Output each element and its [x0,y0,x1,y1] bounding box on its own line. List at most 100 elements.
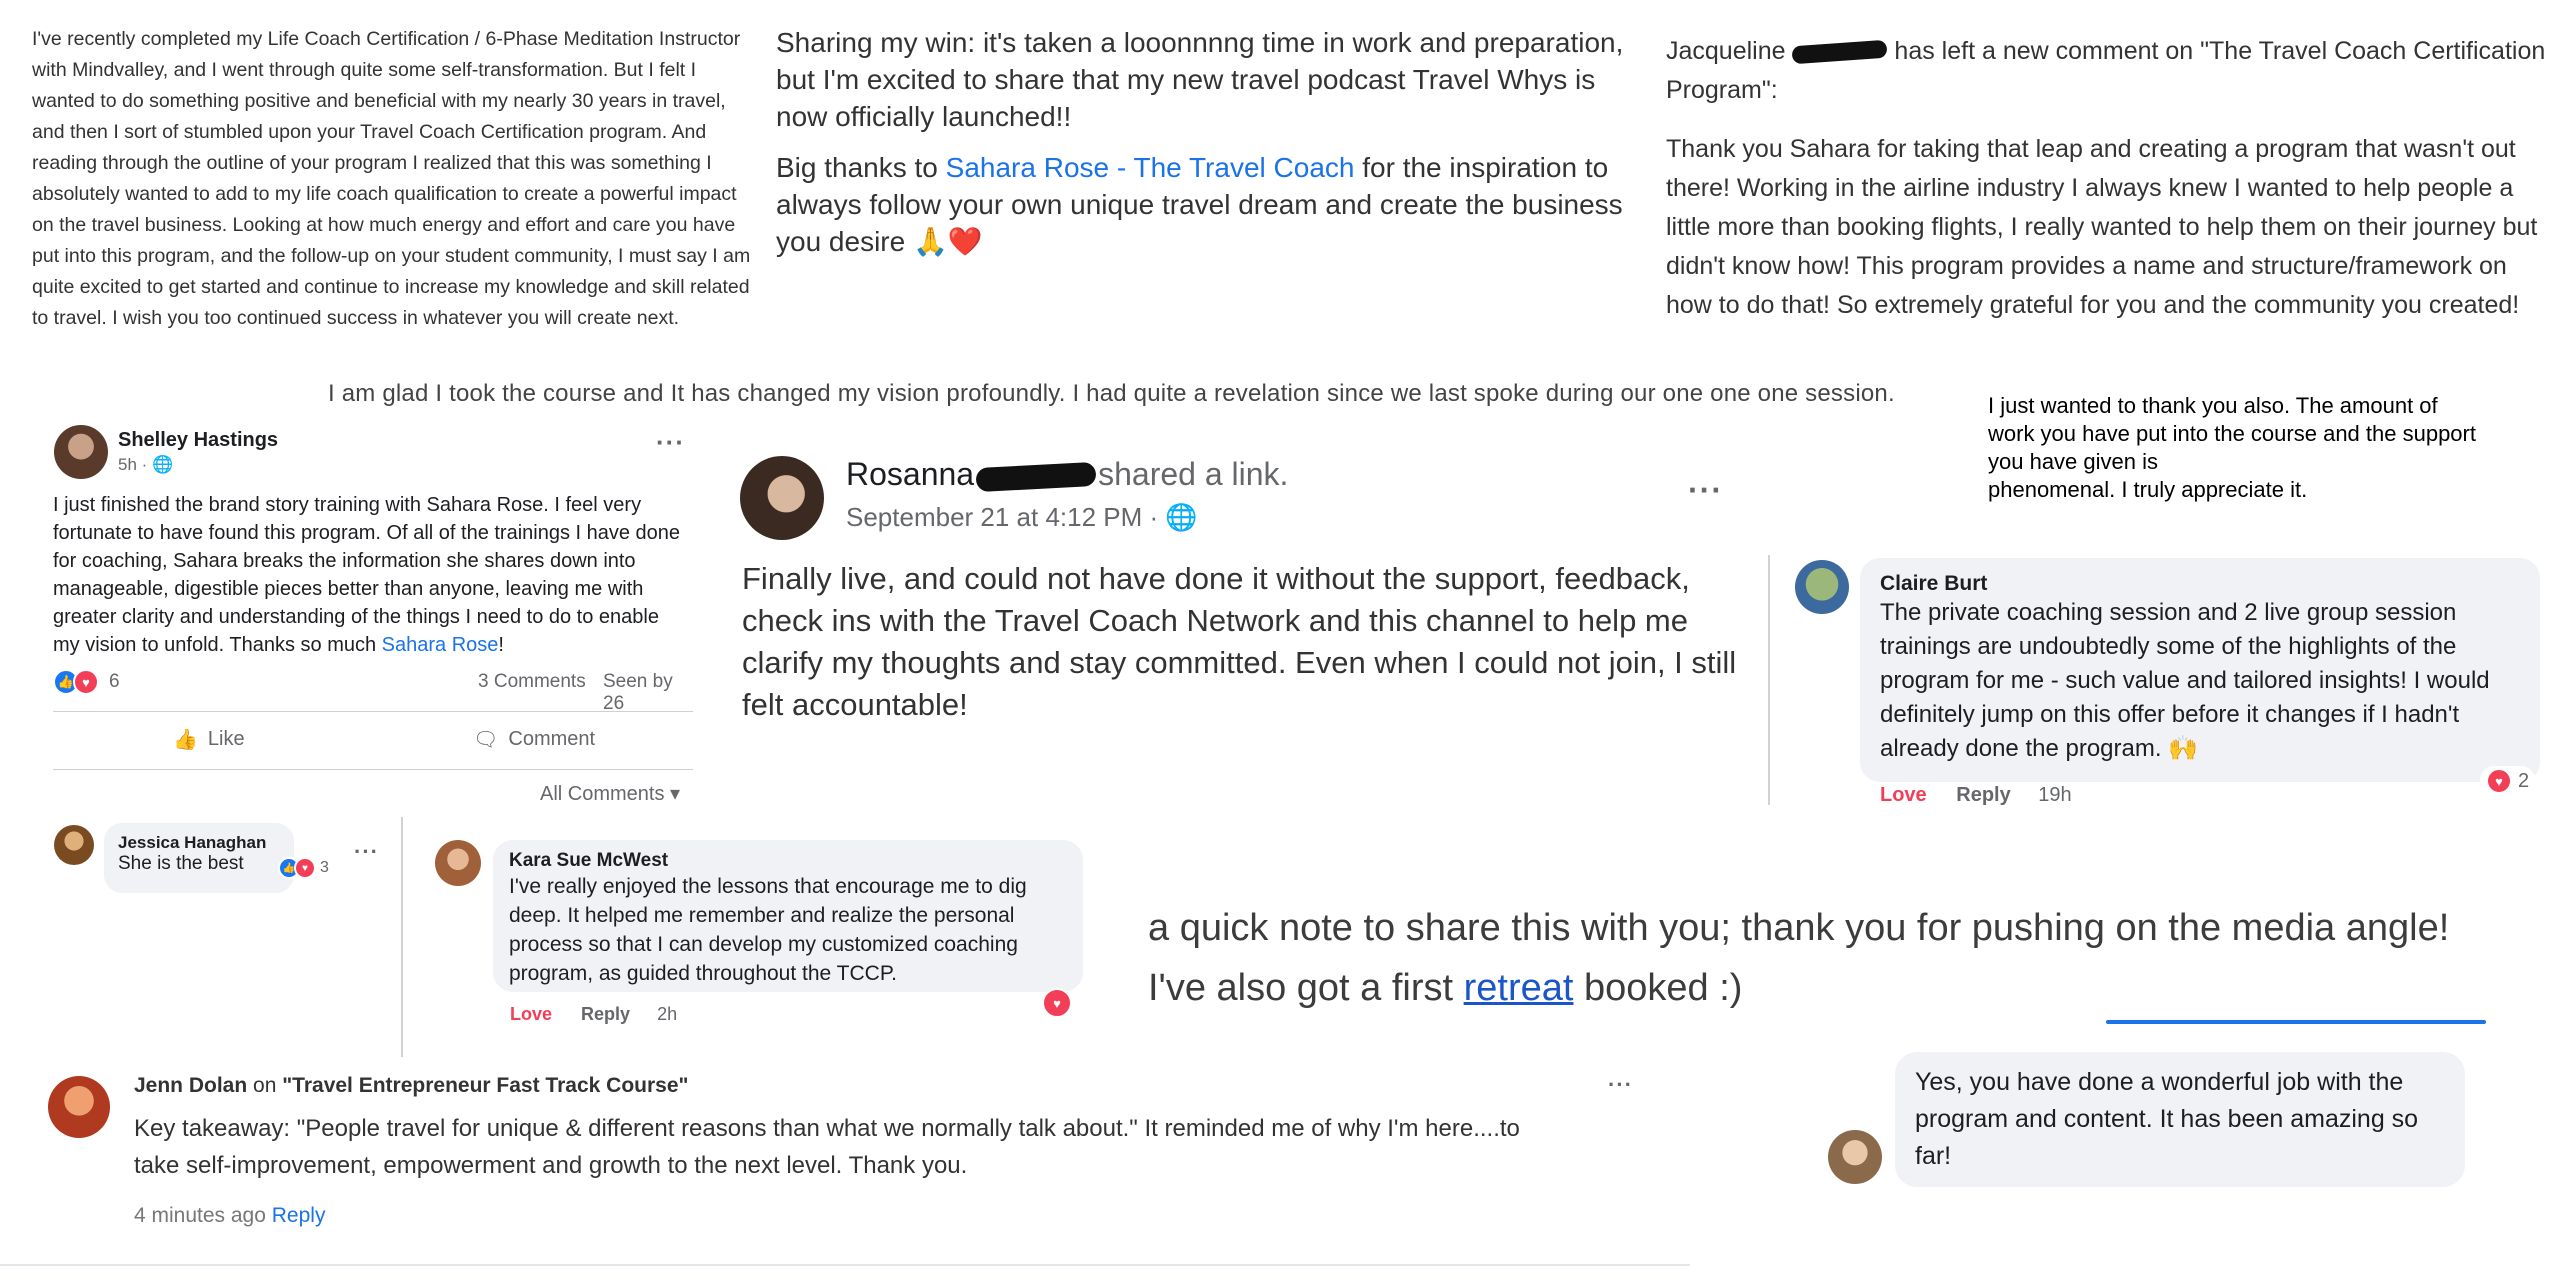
thumbs-up-icon: 👍 [173,729,198,751]
comment-meta: 4 minutes ago Reply [134,1204,325,1228]
all-comments-label: All Comments [540,783,665,805]
love-reaction-icon[interactable]: ♥ [1042,988,1072,1018]
testimonial-podcast: Sharing my win: it's taken a looonnnng t… [776,24,1646,274]
poster-header: Rosanna shared a link. [846,456,1288,493]
comment-button[interactable]: 🗨 Comment [473,727,595,752]
comment-options-icon[interactable]: ··· [354,839,379,865]
post-body: I just finished the brand story training… [53,491,683,659]
avatar[interactable] [1795,560,1849,614]
poster-name[interactable]: Shelley Hastings [118,429,278,452]
comment-reactions[interactable]: 👍 ♥ 3 [278,857,329,879]
comment-text: The private coaching session and 2 live … [1880,599,2490,762]
comment-actions: Love Reply 19h [1880,784,2072,807]
reaction-row: 👍 ♥ 6 3 Comments Seen by 26 [53,669,693,714]
sahara-rose-tag[interactable]: Sahara Rose [382,634,499,656]
text: on [247,1074,283,1097]
redaction-mark [1791,40,1888,65]
comment-bubble: Jessica Hanaghan She is the best [104,823,294,893]
underline-bar [2106,1020,2486,1024]
text: booked :) [1573,967,1743,1009]
comment-header: Jenn Dolan on "Travel Entrepreneur Fast … [134,1074,688,1098]
love-button[interactable]: Love [1880,784,1927,806]
shared-label: shared a link. [1098,456,1289,492]
course-link[interactable]: "Travel Entrepreneur Fast Track Course" [282,1074,688,1097]
avatar[interactable] [48,1076,110,1138]
more-options-icon[interactable]: ··· [1608,1072,1633,1098]
commenter-name[interactable]: Claire Burt [1880,572,2520,596]
seen-count[interactable]: Seen by 26 [603,671,693,715]
redaction-mark [975,461,1097,492]
divider [53,711,693,712]
reaction-count: 3 [320,859,329,876]
love-reaction-icon: ♥ [294,857,316,879]
like-label: Like [207,728,245,750]
yes-comment-bubble: Yes, you have done a wonderful job with … [1895,1052,2465,1187]
text: I've also got a first [1148,967,1464,1009]
note-line: I've also got a first retreat booked :) [1148,958,2449,1018]
avatar[interactable] [740,456,824,540]
post-body: Finally live, and could not have done it… [742,561,1737,722]
reply-button[interactable]: Reply [272,1204,326,1227]
post-date[interactable]: September 21 at 4:12 PM · 🌐 [846,502,1198,533]
avatar[interactable] [435,840,481,886]
testimonial-thanks: I just wanted to thank you also. The amo… [1988,392,2548,504]
more-options-icon[interactable]: ··· [656,427,685,458]
commenter-name[interactable]: Jessica Hanaghan [118,833,280,853]
comment-time[interactable]: 2h [657,1004,677,1024]
comment-actions: Love Reply 2h [510,1004,677,1025]
avatar[interactable] [1828,1130,1882,1184]
testimonial-airline: Jacqueline has left a new comment on "Th… [1666,32,2556,325]
text: Big thanks to [776,152,946,183]
thread-line [1768,555,1770,805]
divider [0,1264,1690,1266]
all-comments-dropdown[interactable]: All Comments ▾ [540,781,680,806]
divider [53,769,693,770]
like-button[interactable]: 👍 Like [173,727,245,752]
podcast-para-1: Sharing my win: it's taken a looonnnng t… [776,27,1624,132]
sahara-rose-link[interactable]: Sahara Rose - The Travel Coach [946,152,1355,183]
comment-time: 4 minutes ago [134,1204,266,1227]
retreat-link[interactable]: retreat [1464,967,1574,1009]
text: I just finished the brand story training… [53,494,681,656]
comment-text: Key takeaway: "People travel for unique … [134,1115,1520,1179]
poster-name[interactable]: Rosanna [846,456,974,492]
text: ! [498,634,504,656]
love-reaction-icon: ♥ [73,669,99,695]
comment-body: Thank you Sahara for taking that leap an… [1666,135,2538,319]
comment-label: Comment [508,728,596,750]
reply-button[interactable]: Reply [581,1004,630,1024]
banner-quote: I am glad I took the course and It has c… [328,380,1895,407]
retreat-note: a quick note to share this with you; tha… [1148,898,2449,1018]
commenter-name: Jacqueline [1666,37,1786,65]
comment-time[interactable]: 19h [2038,784,2071,806]
thanks-line: phenomenal. I truly appreciate it. [1988,477,2308,502]
more-options-icon[interactable]: ··· [1688,472,1723,509]
testimonial-life-coach: I've recently completed my Life Coach Ce… [32,28,751,329]
thanks-line: you have given is [1988,449,2158,474]
reaction-count: 6 [109,671,120,692]
reactions[interactable]: 👍 ♥ 6 [53,669,120,695]
thanks-line: I just wanted to thank you also. The amo… [1988,393,2438,418]
chevron-down-icon: ▾ [670,783,681,805]
post-meta: 5h · 🌐 [118,455,174,474]
avatar[interactable] [54,425,108,479]
claire-comment-bubble: Claire Burt The private coaching session… [1860,558,2540,782]
comment-reactions[interactable]: ♥ 2 [2480,766,2536,796]
comment-text: I've really enjoyed the lessons that enc… [509,875,1027,985]
comment-text: She is the best [118,853,244,874]
commenter-name[interactable]: Jenn Dolan [134,1074,247,1097]
comment-header: Jacqueline has left a new comment on "Th… [1666,32,2556,110]
commenter-name[interactable]: Kara Sue McWest [509,850,1067,872]
love-button[interactable]: Love [510,1004,552,1024]
thread-line [401,817,403,1057]
comment-icon: 🗨 [473,729,499,751]
love-reaction-icon: ♥ [2486,768,2512,794]
avatar[interactable] [54,825,94,865]
note-line: a quick note to share this with you; tha… [1148,907,2450,949]
comments-count[interactable]: 3 Comments [478,671,586,693]
shelley-post: Shelley Hastings 5h · 🌐 ··· I just finis… [48,425,698,1057]
reply-button[interactable]: Reply [1956,784,2010,806]
thanks-line: work you have put into the course and th… [1988,421,2476,446]
reaction-count: 2 [2518,769,2530,792]
kara-comment-bubble: Kara Sue McWest I've really enjoyed the … [493,840,1083,992]
